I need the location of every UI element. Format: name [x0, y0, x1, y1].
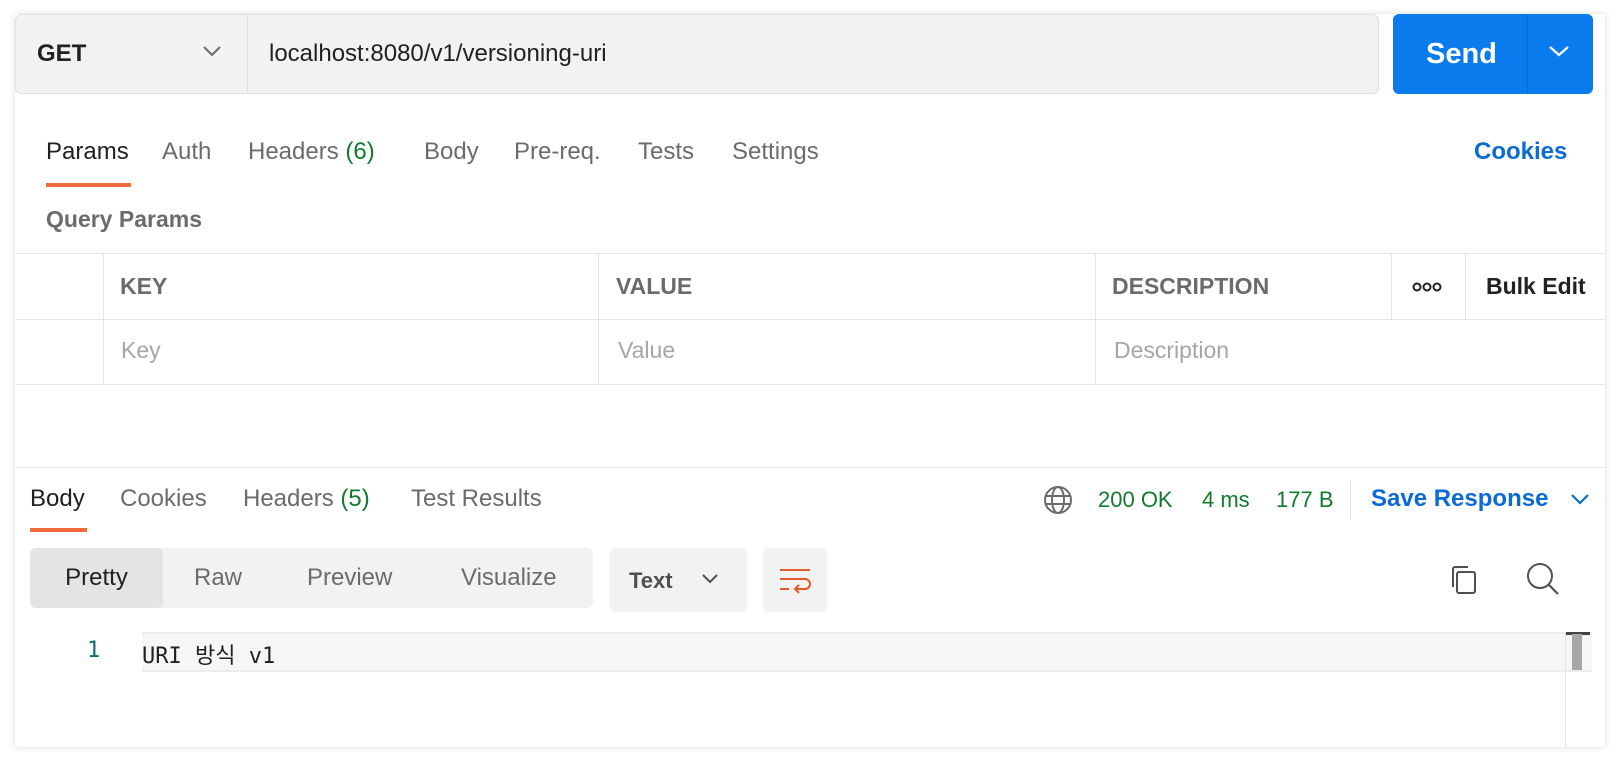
- col-header-value: VALUE: [616, 273, 693, 299]
- response-tab-headers-count: (5): [340, 485, 370, 512]
- bulk-edit-button[interactable]: Bulk Edit: [1486, 273, 1586, 300]
- url-bar: GET: [15, 14, 1379, 94]
- col-header-description: DESCRIPTION: [1112, 273, 1270, 299]
- description-input[interactable]: Description: [1114, 337, 1229, 364]
- save-response-chevron-icon[interactable]: [1570, 492, 1590, 506]
- search-icon[interactable]: [1526, 562, 1560, 596]
- format-type-label: Text: [629, 568, 673, 593]
- response-tab-body[interactable]: Body: [30, 485, 85, 513]
- query-params-title: Query Params: [46, 206, 202, 232]
- status-code[interactable]: 200 OK: [1098, 487, 1173, 513]
- view-pretty-button[interactable]: Pretty: [30, 548, 163, 608]
- send-label: Send: [1426, 38, 1497, 70]
- response-size[interactable]: 177 B: [1276, 487, 1334, 513]
- chevron-down-icon: [702, 574, 718, 584]
- chevron-down-icon: [203, 46, 221, 57]
- table-border-mid: [15, 319, 1605, 320]
- send-options-chevron-icon[interactable]: [1548, 44, 1570, 58]
- wrap-lines-button[interactable]: [763, 548, 827, 612]
- response-tab-headers-label: Headers: [243, 485, 334, 512]
- editor-scrollbar-track[interactable]: [1565, 632, 1566, 747]
- table-border-bottom: [15, 384, 1605, 385]
- more-options-icon[interactable]: [1412, 281, 1442, 293]
- send-divider: [1527, 14, 1528, 94]
- col-divider: [1095, 253, 1096, 385]
- meta-divider: [1350, 480, 1351, 520]
- method-label: GET: [37, 40, 87, 67]
- col-divider: [1465, 253, 1466, 319]
- query-params-table: KEY VALUE DESCRIPTION Bulk Edit Key Valu…: [15, 253, 1605, 385]
- col-divider: [598, 253, 599, 385]
- value-input[interactable]: Value: [618, 337, 675, 364]
- col-header-key: KEY: [120, 273, 168, 299]
- view-preview-button[interactable]: Preview: [307, 548, 392, 608]
- response-divider: [15, 467, 1605, 468]
- copy-icon[interactable]: [1448, 564, 1478, 596]
- tab-auth[interactable]: Auth: [162, 138, 211, 166]
- view-raw-button[interactable]: Raw: [194, 548, 242, 608]
- send-button[interactable]: Send: [1393, 14, 1593, 94]
- tab-prereq[interactable]: Pre-req.: [514, 138, 601, 166]
- cookies-link[interactable]: Cookies: [1474, 138, 1567, 166]
- key-input[interactable]: Key: [121, 337, 161, 364]
- wrap-lines-icon: [780, 569, 811, 594]
- tab-body[interactable]: Body: [424, 138, 479, 166]
- line-number: 1: [87, 638, 101, 663]
- response-body-text[interactable]: URI 방식 v1: [142, 638, 275, 670]
- tab-params[interactable]: Params: [46, 138, 129, 166]
- editor-scrollbar-thumb[interactable]: [1572, 634, 1582, 670]
- url-input[interactable]: [248, 15, 1376, 93]
- save-response-button[interactable]: Save Response: [1371, 485, 1548, 513]
- format-type-select[interactable]: Text: [609, 548, 747, 612]
- table-border-top: [15, 253, 1605, 254]
- active-tab-underline: [46, 183, 131, 187]
- tab-headers-label: Headers: [248, 138, 339, 165]
- tab-tests[interactable]: Tests: [638, 138, 694, 166]
- response-tab-cookies[interactable]: Cookies: [120, 485, 207, 513]
- globe-icon[interactable]: [1043, 485, 1073, 515]
- col-divider: [1391, 253, 1392, 319]
- view-visualize-button[interactable]: Visualize: [461, 548, 557, 608]
- response-tab-test-results[interactable]: Test Results: [411, 485, 542, 513]
- editor-active-line: [142, 632, 1592, 672]
- response-tab-headers[interactable]: Headers (5): [243, 485, 370, 513]
- method-select[interactable]: GET: [16, 15, 248, 93]
- tab-settings[interactable]: Settings: [732, 138, 819, 166]
- col-divider: [103, 253, 104, 385]
- tab-headers-count: (6): [345, 138, 375, 165]
- view-mode-group: Pretty Raw Preview Visualize: [30, 548, 593, 608]
- response-active-underline: [30, 528, 87, 532]
- response-time[interactable]: 4 ms: [1202, 487, 1250, 513]
- tab-headers[interactable]: Headers (6): [248, 138, 375, 166]
